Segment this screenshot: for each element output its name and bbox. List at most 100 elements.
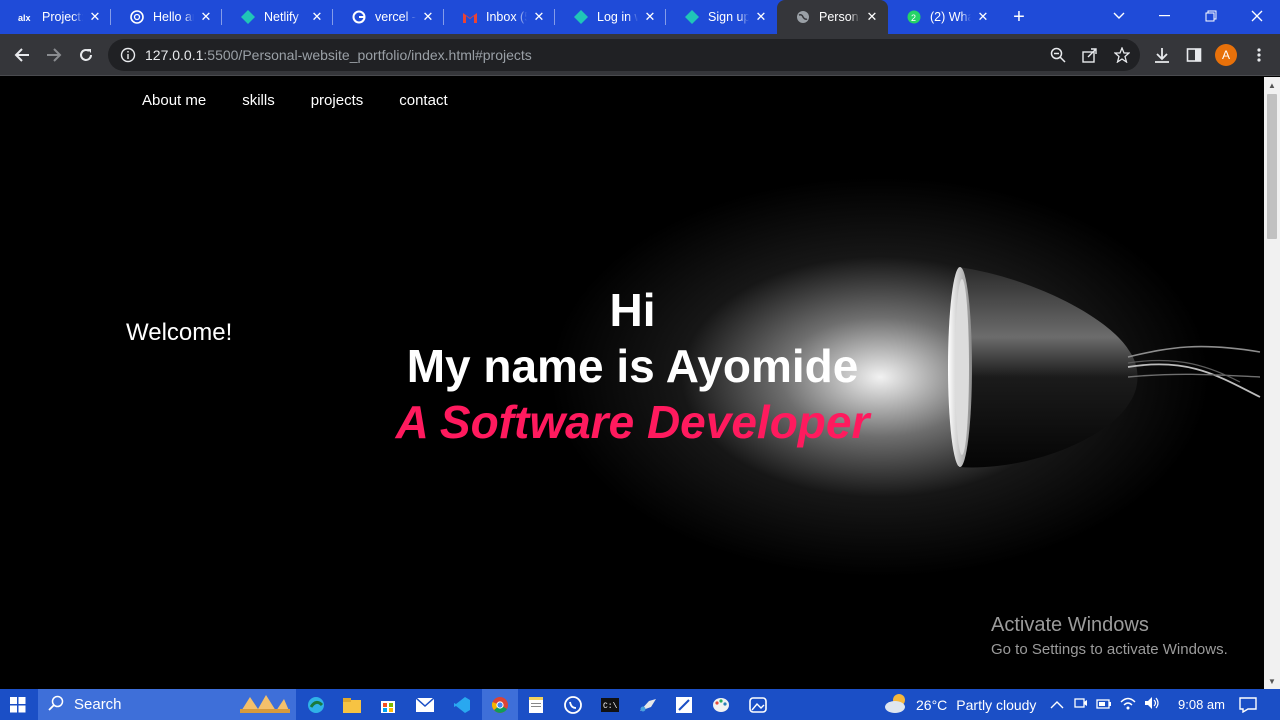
tab-project[interactable]: alx Project: ✕	[0, 0, 111, 34]
watermark-title: Activate Windows	[991, 614, 1149, 636]
chevron-up-icon[interactable]	[1050, 697, 1064, 713]
weather-widget[interactable]: 26°C Partly cloudy	[884, 689, 1036, 720]
close-window-button[interactable]	[1234, 0, 1280, 32]
tab-vercel[interactable]: vercel - ✕	[333, 0, 444, 34]
url-text[interactable]: 127.0.0.1:5500/Personal-website_portfoli…	[145, 47, 532, 63]
globe-icon	[795, 9, 811, 25]
tab-title: (2) Wha	[930, 10, 971, 24]
mail-icon[interactable]	[407, 689, 443, 720]
menu-kebab-icon[interactable]	[1245, 41, 1273, 69]
tab-title: Sign up	[708, 10, 749, 24]
close-icon[interactable]: ✕	[753, 9, 769, 25]
clock-time[interactable]: 9:08 am	[1178, 697, 1225, 712]
page-scrollbar[interactable]: ▲ ▼	[1264, 77, 1280, 689]
tab-signup[interactable]: Sign up ✕	[666, 0, 777, 34]
svg-text:alx: alx	[18, 13, 31, 22]
scroll-thumb[interactable]	[1267, 94, 1277, 239]
profile-avatar[interactable]: A	[1215, 44, 1237, 66]
site-info-icon[interactable]	[120, 47, 136, 63]
windows-taskbar: Search C:\ 26°C Partly cloudy 9:08 am	[0, 689, 1280, 720]
search-icon	[48, 695, 64, 715]
nav-projects[interactable]: projects	[311, 92, 364, 109]
hero-heading: Hi My name is Ayomide A Software Develop…	[365, 282, 900, 450]
download-icon[interactable]	[1148, 41, 1176, 69]
forward-button[interactable]	[40, 41, 68, 69]
close-icon[interactable]: ✕	[87, 9, 103, 25]
search-highlight-icon	[238, 691, 292, 719]
weather-text: Partly cloudy	[956, 696, 1037, 713]
tab-title: Hello and	[153, 10, 194, 24]
back-button[interactable]	[8, 41, 36, 69]
vscode-icon[interactable]	[444, 689, 480, 720]
nav-skills[interactable]: skills	[242, 92, 275, 109]
tab-strip: alx Project: ✕ Hello and ✕ Netlify ✕ ver…	[0, 0, 1280, 34]
tab-inbox[interactable]: Inbox (5 ✕	[444, 0, 555, 34]
tab-search-button[interactable]	[1096, 0, 1142, 32]
tab-whatsapp[interactable]: 2 (2) Wha ✕	[888, 0, 999, 34]
partly-cloudy-icon	[884, 692, 910, 717]
wifi-icon[interactable]	[1120, 696, 1136, 713]
close-icon[interactable]: ✕	[309, 9, 325, 25]
close-icon[interactable]: ✕	[864, 9, 880, 25]
welcome-text: Welcome!	[126, 319, 233, 346]
watermark-subtitle: Go to Settings to activate Windows.	[991, 641, 1228, 658]
minimize-button[interactable]	[1142, 0, 1188, 32]
meet-now-icon[interactable]	[1074, 696, 1088, 713]
tab-netlify[interactable]: Netlify ✕	[222, 0, 333, 34]
reload-button[interactable]	[72, 41, 100, 69]
close-icon[interactable]: ✕	[531, 9, 547, 25]
tab-hello[interactable]: Hello and ✕	[111, 0, 222, 34]
side-panel-icon[interactable]	[1180, 41, 1208, 69]
netlify-icon	[684, 9, 700, 25]
tab-title: Project:	[42, 10, 83, 24]
photos-icon[interactable]	[740, 689, 776, 720]
netlify-icon	[240, 9, 256, 25]
scroll-down-arrow-icon[interactable]: ▼	[1264, 673, 1280, 689]
tab-title: Netlify	[264, 10, 299, 24]
taskbar-search[interactable]: Search	[38, 689, 296, 720]
terminal-icon[interactable]: C:\	[592, 689, 628, 720]
close-icon[interactable]: ✕	[975, 9, 991, 25]
volume-icon[interactable]	[1144, 696, 1160, 713]
nav-contact[interactable]: contact	[399, 92, 447, 109]
address-bar[interactable]: 127.0.0.1:5500/Personal-website_portfoli…	[108, 39, 1140, 71]
notepad-icon[interactable]	[518, 689, 554, 720]
zoom-icon[interactable]	[1044, 41, 1072, 69]
chrome-icon[interactable]	[482, 689, 518, 720]
whatsapp-icon: 2	[906, 9, 922, 25]
store-icon[interactable]	[370, 689, 406, 720]
new-tab-button[interactable]: +	[999, 0, 1039, 34]
windows-start-icon[interactable]	[0, 689, 36, 720]
close-icon[interactable]: ✕	[420, 9, 436, 25]
hero-greeting: Hi	[609, 284, 656, 336]
bookmark-star-icon[interactable]	[1108, 41, 1136, 69]
tab-title: Inbox (5	[486, 10, 527, 24]
portfolio-page: About me skills projects contact Welcome…	[0, 77, 1264, 689]
tab-personal-active[interactable]: Persona ✕	[777, 0, 888, 34]
nav-about[interactable]: About me	[142, 92, 206, 109]
edge-icon[interactable]	[298, 689, 334, 720]
search-label: Search	[74, 696, 122, 713]
browser-toolbar: 127.0.0.1:5500/Personal-website_portfoli…	[0, 34, 1280, 76]
restore-button[interactable]	[1188, 0, 1234, 32]
paint-icon[interactable]	[703, 689, 739, 720]
weather-temp: 26°C	[916, 696, 948, 713]
hero-name: My name is Ayomide	[406, 340, 859, 392]
google-icon	[351, 9, 367, 25]
tab-title: Log in w	[597, 10, 638, 24]
file-explorer-icon[interactable]	[334, 689, 370, 720]
lamp-image	[940, 257, 1264, 502]
netlify-icon	[573, 9, 589, 25]
close-icon[interactable]: ✕	[642, 9, 658, 25]
close-icon[interactable]: ✕	[198, 9, 214, 25]
whatsapp-taskbar-icon[interactable]	[555, 689, 591, 720]
editor-icon[interactable]	[666, 689, 702, 720]
battery-icon[interactable]	[1096, 697, 1112, 713]
hero-role: A Software Developer	[395, 396, 870, 448]
share-icon[interactable]	[1076, 41, 1104, 69]
scroll-up-arrow-icon[interactable]: ▲	[1264, 77, 1280, 93]
tab-login[interactable]: Log in w ✕	[555, 0, 666, 34]
activate-windows-watermark: Activate Windows Go to Settings to activ…	[991, 614, 1228, 658]
snipping-tool-icon[interactable]	[630, 689, 666, 720]
notifications-icon[interactable]	[1230, 689, 1266, 720]
